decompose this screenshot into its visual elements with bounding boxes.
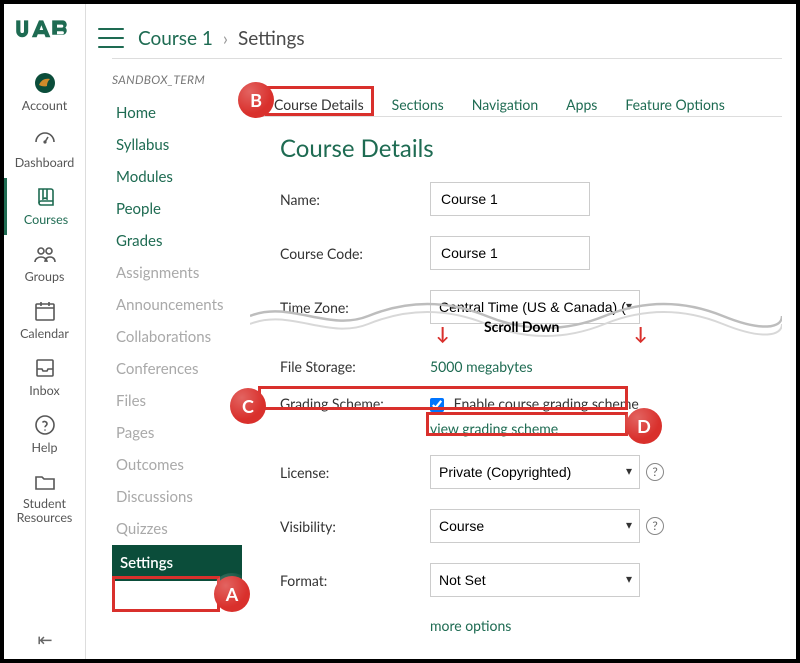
global-nav-label: Courses [24, 212, 68, 227]
course-nav-discussions[interactable]: Discussions [112, 481, 242, 513]
visibility-select[interactable]: Course [430, 509, 640, 543]
inbox-icon [32, 355, 58, 381]
global-nav-label: Dashboard [15, 155, 75, 170]
global-nav-dashboard[interactable]: Dashboard [4, 121, 85, 178]
arrow-down-icon: ↓ [634, 322, 648, 344]
global-nav-label: Calendar [20, 326, 69, 341]
callout-badge-c: C [230, 388, 266, 424]
course-nav-syllabus[interactable]: Syllabus [112, 129, 242, 161]
callout-badge-d: D [626, 408, 662, 444]
callout-box-c [258, 386, 628, 410]
course-nav-announcements[interactable]: Announcements [112, 289, 242, 321]
label-license: License: [280, 464, 430, 481]
scroll-down-annotation: Scroll Down [484, 318, 559, 335]
help-icon [32, 412, 58, 438]
course-nav-files[interactable]: Files [112, 385, 242, 417]
hamburger-icon[interactable] [98, 28, 124, 48]
global-nav-label: Groups [25, 269, 65, 284]
tab-sections[interactable]: Sections [390, 90, 446, 119]
help-icon[interactable]: ? [646, 517, 664, 535]
folder-icon [32, 469, 58, 495]
global-nav-label: Student Resources [4, 497, 85, 526]
course-name-input[interactable] [430, 182, 590, 216]
license-select[interactable]: Private (Copyrighted) [430, 455, 640, 489]
global-nav-inbox[interactable]: Inbox [4, 349, 85, 406]
course-nav: SANDBOX_TERM Home Syllabus Modules Peopl… [112, 72, 242, 581]
tab-navigation[interactable]: Navigation [470, 90, 540, 119]
uab-logo [15, 14, 75, 46]
dragon-icon [32, 70, 58, 96]
course-nav-people[interactable]: People [112, 193, 242, 225]
course-nav-modules[interactable]: Modules [112, 161, 242, 193]
global-nav: Account Dashboard Courses Groups Calenda… [4, 4, 86, 659]
calendar-icon [32, 298, 58, 324]
course-nav-grades[interactable]: Grades [112, 225, 242, 257]
book-icon [33, 184, 59, 210]
course-nav-home[interactable]: Home [112, 97, 242, 129]
term-label: SANDBOX_TERM [112, 72, 242, 87]
file-storage-value: 5000 megabytes [430, 358, 533, 375]
course-nav-quizzes[interactable]: Quizzes [112, 513, 242, 545]
format-select[interactable]: Not Set [430, 563, 640, 597]
more-options-link[interactable]: more options [430, 617, 511, 634]
callout-badge-b: B [238, 82, 274, 118]
callout-box-b [265, 86, 374, 116]
top-bar: Course 1 › Settings [86, 4, 796, 58]
global-nav-help[interactable]: Help [4, 406, 85, 463]
label-visibility: Visibility: [280, 518, 430, 535]
global-nav-groups[interactable]: Groups [4, 235, 85, 292]
page-title: Course Details [280, 134, 434, 163]
breadcrumb-page: Settings [238, 27, 305, 50]
course-nav-assignments[interactable]: Assignments [112, 257, 242, 289]
people-icon [32, 241, 58, 267]
tab-feature-options[interactable]: Feature Options [623, 90, 726, 119]
callout-badge-a: A [214, 576, 250, 612]
callout-box-d [426, 412, 628, 436]
tab-apps[interactable]: Apps [564, 90, 599, 119]
course-nav-collaborations[interactable]: Collaborations [112, 321, 242, 353]
course-nav-outcomes[interactable]: Outcomes [112, 449, 242, 481]
course-nav-pages[interactable]: Pages [112, 417, 242, 449]
divider [250, 116, 782, 117]
label-storage: File Storage: [280, 358, 430, 375]
arrow-down-icon: ↓ [436, 322, 450, 344]
global-nav-label: Inbox [29, 383, 59, 398]
breadcrumb-course[interactable]: Course 1 [138, 27, 213, 50]
global-nav-resources[interactable]: Student Resources [4, 463, 85, 534]
global-nav-label: Account [22, 98, 67, 113]
chevron-right-icon: › [223, 27, 228, 49]
course-code-input[interactable] [430, 236, 590, 270]
divider [112, 58, 782, 59]
collapse-nav-icon[interactable]: ⇤ [4, 628, 86, 651]
label-name: Name: [280, 191, 430, 208]
label-code: Course Code: [280, 245, 430, 262]
callout-box-a [112, 576, 220, 612]
global-nav-courses[interactable]: Courses [4, 178, 85, 235]
course-nav-conferences[interactable]: Conferences [112, 353, 242, 385]
gauge-icon [32, 127, 58, 153]
help-icon[interactable]: ? [646, 463, 664, 481]
label-format: Format: [280, 572, 430, 589]
global-nav-account[interactable]: Account [4, 64, 85, 121]
global-nav-calendar[interactable]: Calendar [4, 292, 85, 349]
global-nav-label: Help [32, 440, 58, 455]
